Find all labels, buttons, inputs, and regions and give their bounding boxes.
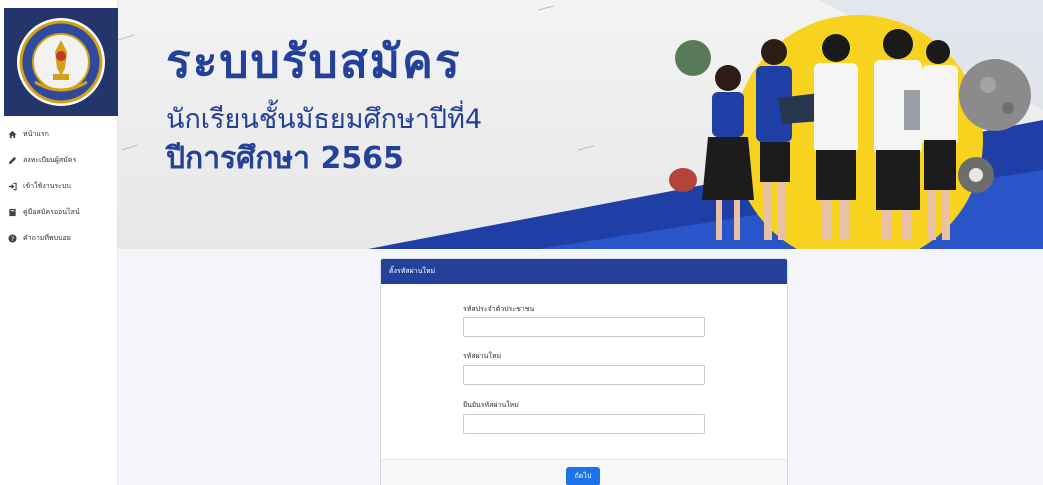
citizen-id-input[interactable] xyxy=(463,317,705,337)
sidebar-item-login[interactable]: เข้าใช้งานระบบ xyxy=(0,173,118,199)
card-body: รหัสประจำตัวประชาชน รหัสผ่านใหม่ ยืนยันร… xyxy=(381,284,787,459)
page: หน้าแรก ลงทะเบียนผู้สมัคร เข้าใช้งานระบบ… xyxy=(0,0,1043,485)
banner-subtitle-grade: นักเรียนชั้นมัธยมศึกษาปีที่4 xyxy=(166,104,483,135)
sidebar-item-label: เข้าใช้งานระบบ xyxy=(23,181,71,190)
banner-subtitle-year: ปีการศึกษา 2565 xyxy=(166,141,404,176)
confirm-password-input[interactable] xyxy=(463,414,705,434)
card-footer: ถัดไป xyxy=(381,459,787,485)
school-logo[interactable] xyxy=(4,8,118,116)
banner-title: ระบบรับสมัคร xyxy=(166,34,462,88)
book-icon xyxy=(8,208,17,217)
sidebar-item-label: คำถามที่พบบ่อย xyxy=(23,233,71,242)
next-button[interactable]: ถัดไป xyxy=(566,467,600,485)
pencil-icon xyxy=(8,156,17,165)
new-password-label: รหัสผ่านใหม่ xyxy=(463,352,502,360)
home-icon xyxy=(8,130,17,139)
confirm-password-label: ยืนยันรหัสผ่านใหม่ xyxy=(463,401,519,409)
sidebar-item-label: ลงทะเบียนผู้สมัคร xyxy=(23,155,77,164)
admission-banner: ระบบรับสมัคร นักเรียนชั้นมัธยมศึกษาปีที่… xyxy=(118,0,1043,249)
question-circle-icon: ? xyxy=(8,233,17,243)
sidebar-nav: หน้าแรก ลงทะเบียนผู้สมัคร เข้าใช้งานระบบ… xyxy=(0,121,118,251)
sidebar-item-manual[interactable]: คู่มือสมัครออนไลน์ xyxy=(0,199,118,225)
card-title: ตั้งรหัสผ่านใหม่ xyxy=(389,267,436,275)
reset-password-card: ตั้งรหัสผ่านใหม่ รหัสประจำตัวประชาชน รหั… xyxy=(380,258,788,485)
card-header: ตั้งรหัสผ่านใหม่ xyxy=(381,259,787,284)
sidebar-item-faq[interactable]: ? คำถามที่พบบ่อย xyxy=(0,225,118,251)
sidebar: หน้าแรก ลงทะเบียนผู้สมัคร เข้าใช้งานระบบ… xyxy=(0,0,118,485)
sidebar-item-label: หน้าแรก xyxy=(23,129,49,138)
sign-in-icon xyxy=(8,182,17,191)
main-content: ตั้งรหัสผ่านใหม่ รหัสประจำตัวประชาชน รหั… xyxy=(118,249,1043,485)
sidebar-item-home[interactable]: หน้าแรก xyxy=(0,121,118,147)
sidebar-item-register[interactable]: ลงทะเบียนผู้สมัคร xyxy=(0,147,118,173)
sidebar-item-label: คู่มือสมัครออนไลน์ xyxy=(23,207,80,216)
school-seal-logo-icon xyxy=(17,18,105,106)
svg-text:?: ? xyxy=(11,235,14,242)
new-password-input[interactable] xyxy=(463,365,705,385)
citizen-id-label: รหัสประจำตัวประชาชน xyxy=(463,305,535,313)
